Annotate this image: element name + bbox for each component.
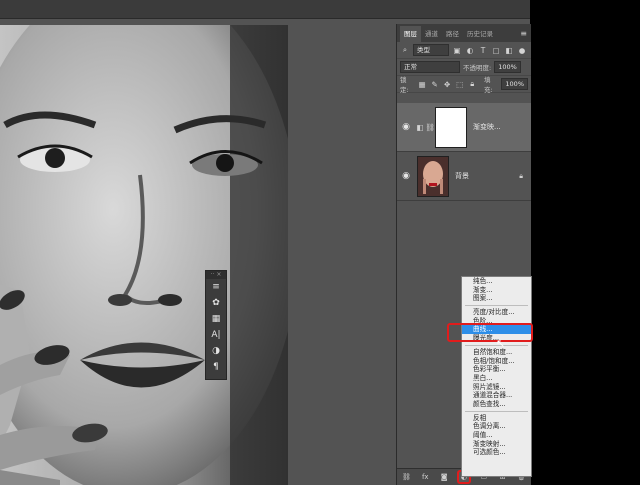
type-filter-icon[interactable]: T	[478, 46, 488, 55]
menu-separator	[465, 305, 528, 307]
fill-label: 填充:	[483, 76, 493, 94]
opacity-label: 不透明度:	[463, 64, 492, 72]
mask-icon[interactable]: ◙	[438, 473, 450, 481]
floating-mini-toolbar: ·· × ≡ ✿ ▦ A| ◑ ¶	[205, 270, 227, 380]
opacity-input[interactable]: 100%	[494, 61, 521, 73]
visibility-eye-icon[interactable]: ◉	[397, 122, 415, 132]
tab-channels[interactable]: 通道	[421, 26, 442, 42]
lock-all-icon[interactable]: 🔒︎	[467, 79, 477, 89]
fx-icon[interactable]: fx	[419, 473, 431, 481]
menu-item[interactable]: 纯色...	[462, 277, 531, 286]
filter-toggle-icon[interactable]: ●	[517, 46, 527, 55]
image-filter-icon[interactable]: ▣	[452, 46, 462, 55]
brush-settings-button[interactable]: ✿	[206, 295, 226, 311]
adjustment-layer-icon: ◧	[416, 122, 424, 132]
menu-item[interactable]: 色彩平衡...	[462, 365, 531, 374]
tab-history[interactable]: 历史记录	[463, 26, 497, 42]
menu-item[interactable]: 色相/饱和度...	[462, 357, 531, 366]
menu-item[interactable]: 图案...	[462, 294, 531, 303]
menu-item[interactable]: 照片滤镜...	[462, 383, 531, 392]
visibility-eye-icon[interactable]: ◉	[397, 171, 415, 181]
adjustments-button[interactable]: ◑	[206, 343, 226, 359]
panel-tabs: 图层 通道 路径 历史记录 ≡	[397, 24, 531, 42]
outer-background	[530, 0, 640, 485]
mouse-cursor-icon: ↖	[496, 337, 506, 350]
lock-artboard-icon[interactable]: ⬚	[455, 80, 465, 89]
document-tab-bar	[0, 0, 530, 19]
link-icon[interactable]: ⛓	[400, 473, 412, 481]
layer-name[interactable]: 背景	[455, 171, 469, 181]
layer-name[interactable]: 渐变映...	[473, 122, 501, 132]
blend-mode-select[interactable]: 正常	[400, 61, 460, 73]
grid-button[interactable]: ▦	[206, 311, 226, 327]
menu-item[interactable]: 颜色查找...	[462, 400, 531, 409]
menu-item[interactable]: 亮度/对比度...	[462, 308, 531, 317]
lock-icon: 🔒︎	[519, 171, 523, 180]
mini-toolbar-grip[interactable]: ·· ×	[206, 271, 226, 279]
layer-gradient-map[interactable]: ◉ ◧ ⛓ 渐变映...	[397, 103, 531, 152]
adjustment-filter-icon[interactable]: ◐	[465, 46, 475, 55]
highlight-annotation	[447, 323, 533, 342]
panel-menu-icon[interactable]: ≡	[520, 26, 531, 42]
lock-label: 锁定:	[400, 76, 409, 94]
menu-item[interactable]: 反相	[462, 414, 531, 423]
shape-filter-icon[interactable]: ▢	[491, 46, 501, 55]
smart-object-filter-icon[interactable]: ◧	[504, 46, 514, 55]
layer-background[interactable]: ◉ 背景 🔒︎	[397, 152, 531, 201]
filter-kind-select[interactable]: 类型	[413, 44, 449, 56]
blend-row: 正常 不透明度: 100%	[397, 59, 531, 76]
portrait-photo	[0, 25, 288, 485]
lock-row: 锁定: ▦ ✎ ✥ ⬚ 🔒︎ 填充: 100%	[397, 76, 531, 94]
search-icon: ⌕	[402, 45, 408, 54]
lock-position-icon[interactable]: ✥	[442, 80, 452, 89]
tab-paths[interactable]: 路径	[442, 26, 463, 42]
layer-mask-thumbnail[interactable]	[435, 106, 467, 148]
lock-transparent-icon[interactable]: ▦	[417, 80, 427, 89]
menu-separator	[465, 410, 528, 412]
tab-layers[interactable]: 图层	[400, 26, 421, 42]
mask-link-icon[interactable]: ⛓	[425, 123, 435, 132]
paragraph-button[interactable]: ¶	[206, 359, 226, 375]
menu-item[interactable]: 可选颜色...	[462, 448, 531, 457]
layer-thumbnail	[417, 155, 449, 197]
character-button[interactable]: A|	[206, 327, 226, 343]
menu-item[interactable]: 黑白...	[462, 374, 531, 383]
properties-tool-button[interactable]: ≡	[206, 279, 226, 295]
menu-item[interactable]: 阈值...	[462, 431, 531, 440]
lock-pixels-icon[interactable]: ✎	[430, 80, 440, 89]
menu-item[interactable]: 通道混合器...	[462, 391, 531, 400]
menu-item[interactable]: 色调分离...	[462, 422, 531, 431]
adjustment-layer-menu: 纯色... 渐变... 图案... 亮度/对比度... 色阶... 曲线... 曝光度...…	[461, 276, 532, 477]
fill-input[interactable]: 100%	[501, 78, 528, 90]
filter-row: ⌕ 类型 ▣ ◐ T ▢ ◧ ●	[397, 42, 531, 59]
